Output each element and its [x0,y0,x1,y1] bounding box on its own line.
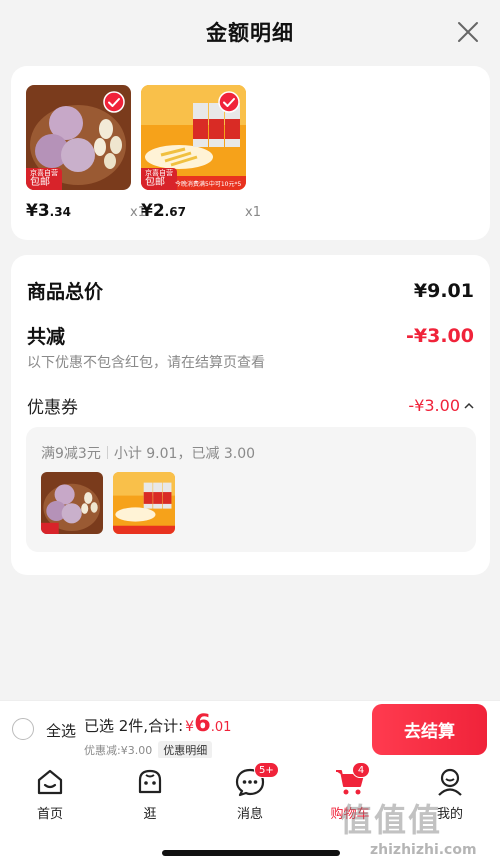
garlic-image [41,472,103,534]
tab-home[interactable]: 首页 [10,766,90,822]
total-price-value: ¥9.01 [413,279,474,302]
selected-products-card: 京喜自营 包邮 ¥3.34 x1 京喜自营 包邮 今晚消费满5中可10元*5 ¥… [11,66,490,240]
free-shipping-tag: 京喜自营 包邮 [26,168,62,190]
price-summary-card: 商品总价 ¥9.01 共减 -¥3.00 以下优惠不包含红包，请在结算页查看 优… [11,255,490,575]
discount-detail-button[interactable]: 优惠明细 [158,741,213,759]
total-price-row: 商品总价 ¥9.01 [27,277,474,304]
checkout-summary: 已选 2件,合计: ¥6.01 [84,709,232,737]
messages-badge: 5+ [254,762,279,778]
watermark-logo: 值值值 [340,801,443,839]
checkout-bar: 全选 已选 2件,合计: ¥6.01 优惠减:¥3.00 优惠明细 去结算 [0,700,500,759]
product-image-garlic[interactable]: 京喜自营 包邮 [26,85,131,190]
discount-value: -¥3.00 [406,324,474,347]
close-icon[interactable] [456,20,480,44]
coupon-product-thumb-garlic [41,472,103,534]
tab-browse[interactable]: 逛 [110,766,190,822]
tab-messages[interactable]: 5+ 消息 [210,762,290,822]
checkout-discount-text: 优惠减:¥3.00 [84,744,153,757]
select-all-label[interactable]: 全选 [46,720,76,741]
checked-icon[interactable] [218,91,240,113]
home-indicator [162,850,340,856]
coupon-description: 满9减3元 小计 9.01，已减 3.00 [41,446,256,462]
product-price-row: ¥2.67 x1 [141,201,261,221]
product-image-ketchup[interactable]: 京喜自营 包邮 今晚消费满5中可10元*5 [141,85,246,190]
checked-icon[interactable] [103,91,125,113]
coupon-label: 优惠券 [27,398,78,418]
product-price-row: ¥3.34 x1 [26,201,146,221]
home-icon [37,769,63,795]
sheet-header: 金额明细 [0,0,500,64]
chevron-up-icon[interactable] [464,402,474,410]
product-item-ketchup[interactable]: 京喜自营 包邮 今晚消费满5中可10元*5 ¥2.67 x1 [141,85,261,221]
profile-icon [438,768,462,796]
checkout-button[interactable]: 去结算 [372,704,487,755]
free-shipping-tag: 京喜自营 包邮 [141,168,177,190]
total-price-label: 商品总价 [27,281,104,303]
cart-badge: 4 [352,762,370,778]
coupon-product-thumb-ketchup [113,472,175,534]
checkout-total: ¥6.01 [185,709,232,737]
checkout-discount-line: 优惠减:¥3.00 优惠明细 [84,741,213,759]
product-price: ¥3.34 [26,201,71,221]
discount-note: 以下优惠不包含红包，请在结算页查看 [27,355,265,371]
watermark-url: zhizhizhi.com [370,842,477,858]
browse-face-icon [138,769,162,794]
coupon-detail-box: 满9减3元 小计 9.01，已减 3.00 [26,427,476,552]
discount-row: 共减 -¥3.00 [27,322,474,349]
coupon-value[interactable]: -¥3.00 [408,396,474,415]
sheet-title: 金额明细 [206,21,294,45]
product-price: ¥2.67 [141,201,186,221]
select-all-checkbox[interactable] [12,718,34,740]
ketchup-image [113,472,175,534]
discount-label: 共减 [27,326,66,348]
coupon-row[interactable]: 优惠券 -¥3.00 [27,393,474,418]
product-qty: x1 [245,205,261,220]
product-banner-text: 今晚消费满5中可10元*5 [175,181,242,188]
amount-detail-sheet: 金额明细 京喜自营 包邮 ¥3.34 x1 京喜自营 包邮 今晚消费满5中可10… [0,0,500,700]
product-item-garlic[interactable]: 京喜自营 包邮 ¥3.34 x1 [26,85,146,221]
